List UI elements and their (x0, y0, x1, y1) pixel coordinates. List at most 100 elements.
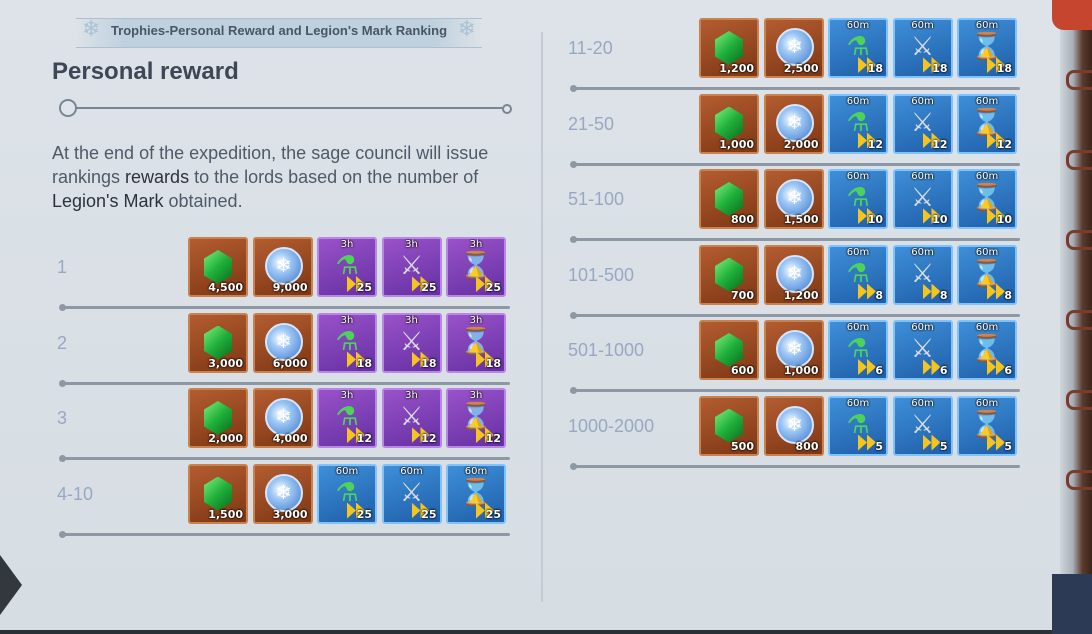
reward-slot-sword[interactable]: 3h ⚔ 18 (381, 312, 442, 373)
reward-slot-hourglass[interactable]: 60m ⌛ 18 (957, 18, 1017, 78)
speedup-duration: 60m (846, 322, 870, 333)
row-separator (59, 530, 510, 538)
reward-slot-coin[interactable]: 1,500 (763, 169, 824, 229)
page-corner-tab (0, 555, 22, 615)
item-quantity: 6 (875, 364, 883, 377)
reward-slot-sword[interactable]: 60m ⚔ 8 (892, 244, 953, 305)
reward-slot-gem[interactable]: 700 (699, 244, 759, 305)
item-quantity: 800 (795, 439, 819, 453)
reward-slot-coin[interactable]: 3,000 (252, 463, 313, 524)
column-divider (541, 32, 543, 602)
speedup-duration: 60m (975, 397, 999, 409)
item-quantity: 8 (1004, 288, 1012, 302)
item-quantity: 25 (485, 507, 501, 521)
reward-slot-hourglass[interactable]: 3h ⌛ 18 (446, 312, 506, 373)
reward-slot-gem[interactable]: 500 (699, 395, 759, 456)
page-title: Personal reward (52, 58, 239, 85)
item-quantity: 18 (867, 62, 883, 75)
reward-slot-sword[interactable]: 3h ⚔ 25 (381, 237, 442, 297)
reward-slot-gem[interactable]: 4,500 (188, 237, 248, 297)
speedup-duration: 60m (911, 246, 934, 258)
heading-underline (66, 107, 506, 109)
binder-clip (1052, 0, 1092, 30)
snowflake-coin-icon (264, 398, 303, 436)
separator-knob (570, 387, 577, 394)
reward-slot-potion[interactable]: 60m ⚗ 10 (828, 169, 888, 229)
reward-slot-coin[interactable]: 800 (763, 395, 824, 456)
reward-slot-potion[interactable]: 60m ⚗ 12 (828, 93, 888, 154)
speedup-duration: 60m (846, 171, 870, 182)
reward-slot-potion[interactable]: 3h ⚗ 18 (317, 312, 377, 373)
green-gem-icon (715, 106, 743, 141)
separator-knob (570, 311, 577, 319)
green-gem-icon (715, 31, 743, 65)
reward-slot-coin[interactable]: 2,000 (763, 93, 824, 154)
item-quantity: 1,000 (719, 137, 754, 151)
reward-slot-sword[interactable]: 60m ⚔ 18 (892, 18, 953, 78)
snowflake-coin-icon (775, 179, 814, 217)
row-separator (570, 311, 1020, 319)
binder-ring (1066, 310, 1092, 330)
item-quantity: 3,000 (208, 356, 243, 370)
item-quantity: 5 (875, 439, 883, 453)
reward-slot-coin[interactable]: 1,000 (763, 320, 824, 380)
item-quantity: 3,000 (272, 507, 308, 521)
reward-slot-hourglass[interactable]: 60m ⌛ 25 (446, 463, 506, 524)
reward-slot-hourglass[interactable]: 60m ⌛ 6 (957, 320, 1017, 380)
binder-ring (1066, 70, 1092, 90)
green-gem-icon (204, 401, 232, 435)
reward-slot-hourglass[interactable]: 60m ⌛ 5 (957, 395, 1017, 456)
reward-slot-potion[interactable]: 3h ⚗ 25 (317, 237, 377, 297)
reward-slot-sword[interactable]: 60m ⚔ 10 (892, 169, 953, 229)
reward-slot-potion[interactable]: 60m ⚗ 6 (828, 320, 888, 380)
speedup-duration: 60m (846, 20, 870, 31)
speedup-duration: 3h (469, 390, 483, 401)
reward-slot-potion[interactable]: 60m ⚗ 25 (317, 463, 377, 524)
item-quantity: 1,200 (783, 288, 819, 302)
reward-slot-sword[interactable]: 60m ⚔ 12 (892, 93, 953, 154)
reward-slot-gem[interactable]: 2,000 (188, 388, 248, 448)
reward-slot-hourglass[interactable]: 60m ⌛ 10 (957, 169, 1017, 229)
reward-slot-potion[interactable]: 3h ⚗ 12 (317, 388, 377, 448)
item-quantity: 25 (421, 507, 437, 521)
reward-slot-coin[interactable]: 1,200 (763, 244, 824, 305)
speedup-duration: 60m (911, 322, 934, 333)
reward-slot-coin[interactable]: 2,500 (763, 18, 824, 78)
reward-slot-potion[interactable]: 60m ⚗ 18 (828, 18, 888, 78)
reward-slot-gem[interactable]: 800 (699, 169, 759, 229)
item-quantity: 18 (485, 356, 501, 370)
reward-slot-gem[interactable]: 600 (699, 320, 759, 380)
reward-slot-gem[interactable]: 3,000 (188, 312, 248, 373)
reward-slot-hourglass[interactable]: 3h ⌛ 12 (446, 388, 506, 448)
item-quantity: 5 (1004, 439, 1012, 453)
speedup-duration: 3h (405, 239, 418, 250)
reward-slot-potion[interactable]: 60m ⚗ 8 (828, 244, 888, 305)
item-quantity: 4,000 (272, 432, 308, 445)
green-gem-icon (204, 476, 232, 511)
row-separator (570, 462, 1020, 470)
title-banner: ❄ ❄ Trophies-Personal Reward and Legion'… (48, 12, 510, 52)
reward-slot-coin[interactable]: 6,000 (252, 312, 313, 373)
binder-ring (1066, 150, 1092, 170)
rank-label: 21-50 (568, 113, 615, 134)
reward-slot-hourglass[interactable]: 60m ⌛ 12 (957, 93, 1017, 154)
item-quantity: 800 (731, 213, 754, 226)
reward-slot-sword[interactable]: 60m ⚔ 25 (381, 463, 442, 524)
reward-slot-coin[interactable]: 4,000 (252, 388, 313, 448)
separator-knob (59, 530, 66, 538)
reward-slot-hourglass[interactable]: 3h ⌛ 25 (446, 237, 506, 297)
reward-slot-coin[interactable]: 9,000 (252, 237, 313, 297)
item-quantity: 12 (867, 137, 883, 151)
separator-knob (570, 160, 577, 168)
reward-slot-sword[interactable]: 3h ⚔ 12 (381, 388, 442, 448)
item-quantity: 18 (996, 62, 1012, 75)
speedup-duration: 60m (400, 465, 423, 477)
reward-slot-gem[interactable]: 1,000 (699, 93, 759, 154)
reward-slot-gem[interactable]: 1,500 (188, 463, 248, 524)
speedup-duration: 60m (975, 20, 999, 31)
reward-slot-potion[interactable]: 60m ⚗ 5 (828, 395, 888, 456)
reward-slot-sword[interactable]: 60m ⚔ 6 (892, 320, 953, 380)
reward-slot-sword[interactable]: 60m ⚔ 5 (892, 395, 953, 456)
reward-slot-hourglass[interactable]: 60m ⌛ 8 (957, 244, 1017, 305)
reward-slot-gem[interactable]: 1,200 (699, 18, 759, 78)
